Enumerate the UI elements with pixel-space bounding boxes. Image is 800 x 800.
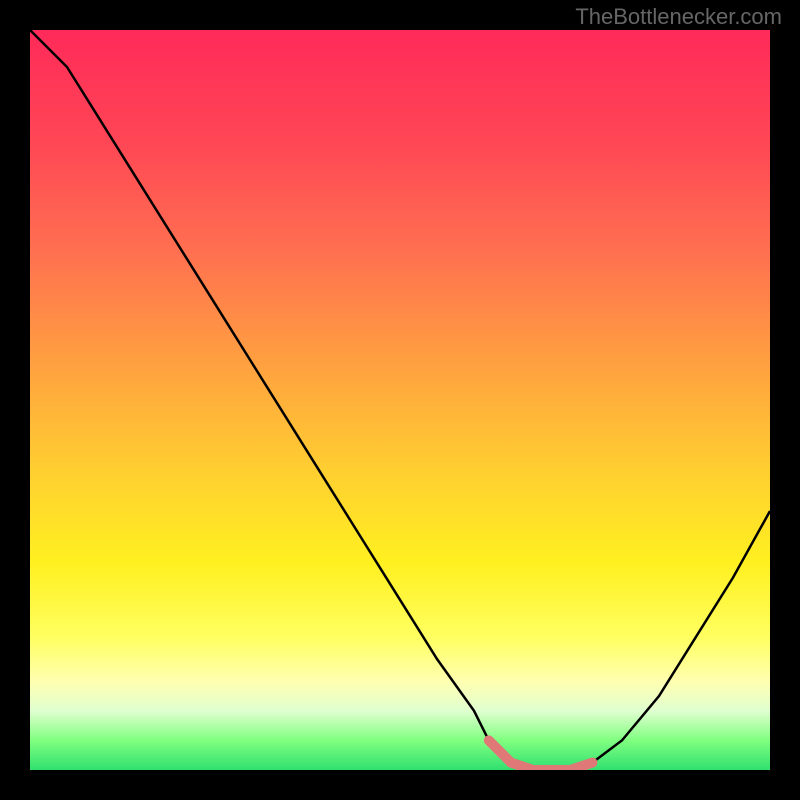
highlight-segment [489,740,593,770]
watermark-text: TheBottlenecker.com [575,4,782,30]
chart-container [30,30,770,770]
bottleneck-curve [30,30,770,770]
curve-overlay [30,30,770,770]
